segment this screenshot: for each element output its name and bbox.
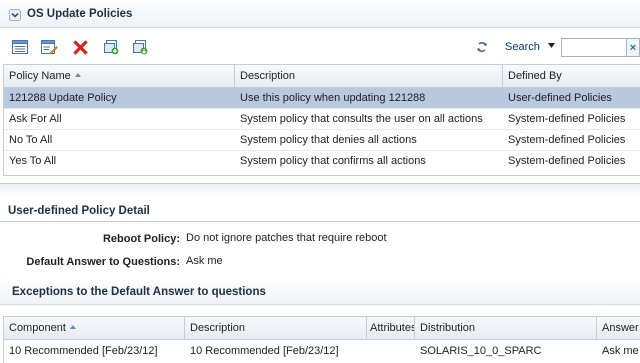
delete-icon bbox=[72, 39, 88, 55]
edit-policy-button[interactable] bbox=[40, 38, 58, 56]
clear-search-button[interactable]: × bbox=[627, 38, 640, 57]
policy-name-cell: Yes To All bbox=[9, 155, 57, 167]
table-view-icon bbox=[12, 40, 28, 54]
distribution-cell: SOLARIS_10_0_SPARC bbox=[420, 345, 542, 357]
column-header-component[interactable]: Component bbox=[4, 317, 185, 340]
column-header-distribution[interactable]: Distribution bbox=[415, 317, 597, 340]
section-title: OS Update Policies bbox=[27, 8, 133, 20]
table-row[interactable]: 10 Recommended [Feb/23/12] 10 Recommende… bbox=[4, 341, 640, 363]
copy-policy-button[interactable] bbox=[102, 38, 120, 56]
edit-icon bbox=[40, 39, 58, 54]
table-row[interactable]: 121288 Update Policy Use this policy whe… bbox=[4, 88, 640, 109]
policy-name-cell: 121288 Update Policy bbox=[9, 92, 117, 104]
defined-by-cell: User-defined Policies bbox=[508, 92, 612, 104]
refresh-icon[interactable] bbox=[475, 40, 489, 54]
description-cell: System policy that confirms all actions bbox=[240, 155, 426, 167]
column-header-description[interactable]: Description bbox=[185, 317, 367, 340]
import-policy-button[interactable] bbox=[131, 38, 149, 56]
table-row[interactable]: Ask For All System policy that consults … bbox=[4, 109, 640, 130]
search-menu-label[interactable]: Search bbox=[505, 41, 540, 53]
table-row[interactable]: Yes To All System policy that confirms a… bbox=[4, 151, 640, 172]
policies-table: Policy Name Description Defined By 12128… bbox=[3, 64, 640, 176]
component-cell: 10 Recommended [Feb/23/12] bbox=[9, 345, 158, 357]
reboot-policy-label: Reboot Policy: bbox=[102, 233, 180, 245]
description-cell: System policy that denies all actions bbox=[240, 134, 417, 146]
policy-name-cell: Ask For All bbox=[9, 113, 62, 125]
default-answer-value: Ask me bbox=[186, 255, 223, 267]
caret-down-icon[interactable] bbox=[548, 43, 555, 49]
table-header: Component Description Attributes Distrib… bbox=[4, 317, 640, 340]
table-row[interactable]: No To All System policy that denies all … bbox=[4, 130, 640, 151]
delete-policy-button[interactable] bbox=[71, 38, 89, 56]
close-icon: × bbox=[629, 41, 637, 54]
default-answer-label: Default Answer to Questions: bbox=[26, 256, 180, 268]
policy-detail-title: User-defined Policy Detail bbox=[8, 205, 150, 217]
sort-ascending-icon bbox=[74, 73, 81, 78]
attributes-cell bbox=[367, 341, 415, 362]
column-header-attributes[interactable]: Attributes bbox=[367, 317, 415, 340]
defined-by-cell: System-defined Policies bbox=[508, 134, 626, 146]
chevron-down-icon[interactable] bbox=[9, 9, 21, 21]
exceptions-title: Exceptions to the Default Answer to ques… bbox=[12, 286, 266, 298]
section-shade bbox=[0, 184, 640, 198]
os-update-policies-header: OS Update Policies bbox=[0, 0, 640, 28]
sort-ascending-icon bbox=[69, 325, 76, 330]
column-header-policy-name[interactable]: Policy Name bbox=[4, 65, 235, 88]
column-header-description[interactable]: Description bbox=[235, 65, 503, 88]
column-header-defined-by[interactable]: Defined By bbox=[503, 65, 640, 88]
defined-by-cell: System-defined Policies bbox=[508, 155, 626, 167]
defined-by-cell: System-defined Policies bbox=[508, 113, 626, 125]
description-cell: Use this policy when updating 121288 bbox=[240, 92, 426, 104]
table-header: Policy Name Description Defined By bbox=[4, 65, 640, 88]
policy-toolbar bbox=[0, 34, 640, 62]
answer-cell: Ask me bbox=[602, 345, 639, 357]
copy-icon bbox=[104, 40, 119, 55]
reboot-policy-value: Do not ignore patches that require reboo… bbox=[186, 232, 387, 244]
policy-name-cell: No To All bbox=[9, 134, 53, 146]
search-input[interactable] bbox=[561, 38, 627, 57]
divider bbox=[0, 221, 640, 222]
column-header-answer[interactable]: Answer bbox=[597, 317, 640, 340]
import-icon bbox=[133, 40, 148, 55]
description-cell: System policy that consults the user on … bbox=[240, 113, 483, 125]
description-cell: 10 Recommended [Feb/23/12] bbox=[190, 345, 339, 357]
exceptions-table: Component Description Attributes Distrib… bbox=[3, 316, 640, 363]
view-details-button[interactable] bbox=[11, 38, 29, 56]
